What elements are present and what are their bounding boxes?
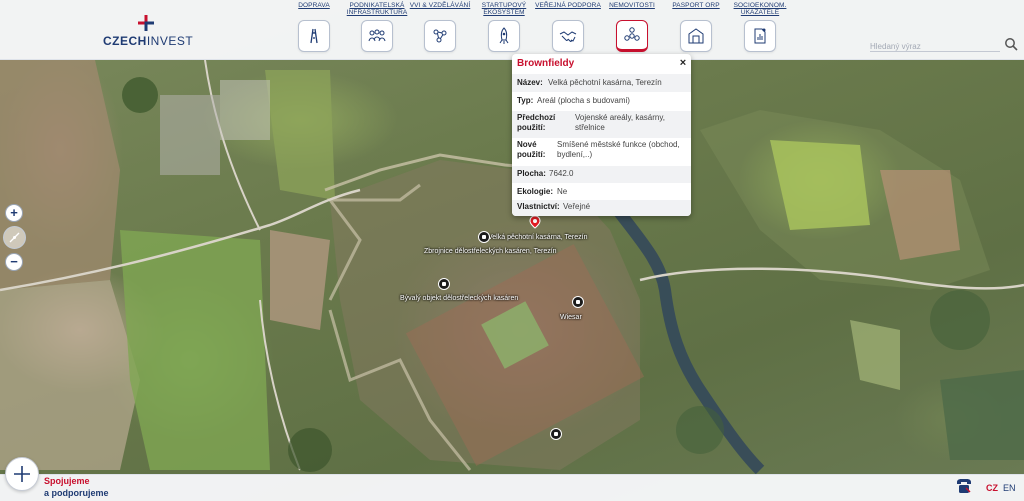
reset-view-button[interactable] (3, 226, 26, 249)
nav-button-vvi-vzdelavani[interactable] (424, 20, 456, 52)
close-icon[interactable]: × (677, 57, 689, 69)
zoom-out-button[interactable]: − (5, 253, 23, 271)
brownfield-info-popup: Brownfieldy × Název: Velká pěchotní kasá… (512, 54, 691, 216)
atom-icon (433, 29, 447, 43)
network-icon (624, 27, 640, 41)
brownfield-marker[interactable] (478, 231, 490, 243)
czechinvest-logo-mark-icon (138, 15, 154, 31)
nav-label[interactable]: VEŘEJNÁ PODPORA (533, 2, 603, 9)
nav-label[interactable]: SOCIOEKONOM. UKAZATELE (725, 2, 795, 16)
logo-text-czech: CZECH (103, 34, 147, 48)
plus-icon (14, 466, 30, 482)
search-input[interactable] (870, 39, 998, 54)
popup-row-key: Typ: (517, 96, 534, 105)
nav-label[interactable]: PASPORT ORP (661, 2, 731, 9)
popup-row-name: Název: Velká pěchotní kasárna, Terezín (512, 74, 691, 92)
slogan-line-1: Spojujeme (44, 476, 90, 486)
logo-wordmark: CZECHINVEST (103, 34, 193, 48)
language-en-link[interactable]: EN (1003, 483, 1016, 493)
popup-row-value: Vojenské areály, kasárny, střelnice (575, 113, 665, 132)
popup-row-key: Ekologie: (517, 187, 554, 196)
nav-item-nemovitosti[interactable]: NEMOVITOSTI (597, 0, 667, 60)
popup-row-new-use: Nové použití: Smíšené městské funkce (ob… (512, 138, 691, 166)
popup-row-value: Veřejné (563, 202, 591, 211)
document-chart-icon (754, 28, 766, 44)
nav-button-podnikatelska-infrastruktura[interactable] (361, 20, 393, 52)
nav-item-startupovy-ekosystem[interactable]: STARTUPOVÝ EKOSYSTÉM (469, 0, 539, 60)
nav-label[interactable]: VVI & VZDĚLÁVÁNÍ (405, 2, 475, 9)
top-navigation-bar: CZECHINVEST DOPRAVA PODNIKATELSKÁ INFRAS… (0, 0, 1024, 60)
nav-item-podnikatelska-infrastruktura[interactable]: PODNIKATELSKÁ INFRASTRUKTURA (342, 0, 412, 60)
map-label-velka-pechotni[interactable]: Velká pěchotní kasárna, Terezín (488, 234, 588, 241)
map-label-bylvaly-objekt[interactable]: Bývalý objekt dělostřeleckých kasáren (400, 295, 518, 302)
footer-bar (0, 474, 1024, 501)
popup-row-value: Velká pěchotní kasárna, Terezín (548, 78, 662, 87)
nav-button-startupovy-ekosystem[interactable] (488, 20, 520, 52)
popup-title: Brownfieldy (517, 58, 575, 69)
nav-button-verejna-podpora[interactable] (552, 20, 584, 52)
czechinvest-logo[interactable]: CZECHINVEST (103, 14, 193, 48)
popup-row-key: Plocha: (517, 169, 546, 178)
popup-row-key: Vlastnictví: (517, 202, 560, 211)
popup-row-area: Plocha: 7642.0 (512, 166, 691, 183)
brownfield-marker[interactable] (438, 278, 450, 290)
popup-row-ownership: Vlastnictví: Veřejné (512, 200, 691, 216)
logo-text-invest: INVEST (146, 34, 194, 48)
rocket-icon (499, 27, 509, 44)
nav-label[interactable]: NEMOVITOSTI (597, 2, 667, 9)
brownfield-marker[interactable] (572, 296, 584, 308)
search-icon[interactable] (1004, 37, 1018, 51)
language-cz-link[interactable]: CZ (986, 483, 998, 493)
road-icon (310, 28, 318, 44)
nav-label[interactable]: DOPRAVA (279, 2, 349, 9)
popup-row-key: Název: (517, 78, 543, 87)
slogan-line-2: a podporujeme (44, 488, 109, 498)
nav-button-pasport-orp[interactable] (680, 20, 712, 52)
nav-label[interactable]: PODNIKATELSKÁ INFRASTRUKTURA (342, 2, 412, 16)
popup-row-value: 7642.0 (549, 169, 574, 178)
nav-label[interactable]: STARTUPOVÝ EKOSYSTÉM (469, 2, 539, 16)
add-button[interactable] (5, 457, 39, 491)
handshake-icon (559, 31, 577, 42)
nav-item-verejna-podpora[interactable]: VEŘEJNÁ PODPORA (533, 0, 603, 60)
nav-button-socioekonom-ukazatele[interactable] (744, 20, 776, 52)
popup-row-previous-use: Předchozí použití: Vojenské areály, kasá… (512, 111, 691, 138)
brownfield-marker[interactable] (550, 428, 562, 440)
selected-location-pin-icon[interactable] (528, 215, 542, 229)
building-icon (688, 28, 704, 44)
handshake-group-icon (368, 29, 386, 42)
popup-row-key: Nové použití: (517, 140, 546, 159)
compass-icon (9, 232, 20, 243)
popup-row-type: Typ: Areál (plocha s budovami) (512, 92, 691, 111)
nav-item-socioekonom-ukazatele[interactable]: SOCIOEKONOM. UKAZATELE (725, 0, 795, 60)
zoom-in-button[interactable]: + (5, 204, 23, 222)
popup-row-ecology: Ekologie: Ne (512, 183, 691, 200)
popup-row-value: Smíšené městské funkce (obchod, bydlení,… (557, 140, 680, 159)
map-label-wiesar[interactable]: Wiesar (560, 314, 582, 321)
popup-row-key: Předchozí použití: (517, 113, 556, 132)
nav-item-vvi-vzdelavani[interactable]: VVI & VZDĚLÁVÁNÍ (405, 0, 475, 60)
phone-icon[interactable] (955, 478, 973, 494)
popup-row-value: Ne (557, 187, 568, 196)
nav-button-doprava[interactable] (298, 20, 330, 52)
nav-button-nemovitosti[interactable] (616, 20, 648, 52)
search-box[interactable] (870, 36, 1000, 54)
nav-item-pasport-orp[interactable]: PASPORT ORP (661, 0, 731, 60)
nav-item-doprava[interactable]: DOPRAVA (279, 0, 349, 60)
popup-row-value: Areál (plocha s budovami) (537, 96, 630, 105)
map-label-zbrojnice[interactable]: Zbrojnice dělostřeleckých kasáren, Terez… (424, 248, 557, 255)
